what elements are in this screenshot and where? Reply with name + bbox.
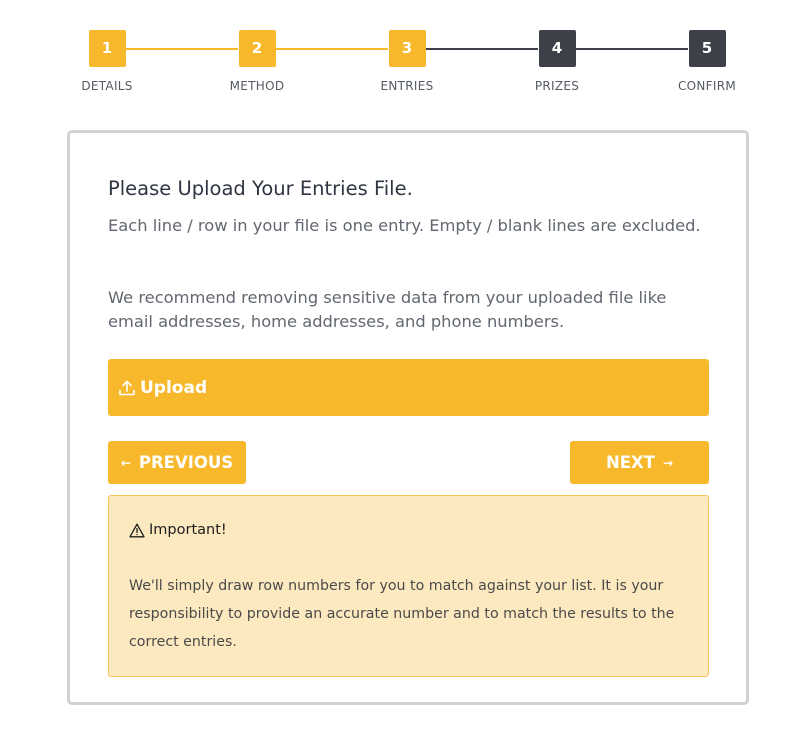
step-label: ENTRIES (380, 79, 434, 93)
upload-label: Upload (140, 377, 208, 398)
step-confirm: 5 CONFIRM (657, 30, 757, 93)
step-label: METHOD (229, 79, 285, 93)
step-label: CONFIRM (677, 79, 737, 93)
warning-icon (129, 523, 145, 538)
previous-label: PREVIOUS (138, 453, 234, 472)
previous-button[interactable]: ← PREVIOUS (108, 441, 246, 484)
alert-title-text: Important! (149, 522, 227, 538)
next-label: NEXT (605, 453, 655, 472)
step-number: 4 (538, 30, 576, 67)
upload-icon (118, 379, 136, 397)
arrow-right-icon: → (663, 455, 674, 470)
upload-button[interactable]: Upload (108, 359, 709, 416)
alert-body: We'll simply draw row numbers for you to… (129, 578, 675, 650)
privacy-recommendation: We recommend removing sensitive data fro… (108, 288, 667, 331)
step-label: DETAILS (81, 79, 133, 93)
arrow-left-icon: ← (120, 455, 131, 470)
step-prizes: 4 PRIZES (507, 30, 607, 93)
next-button[interactable]: NEXT → (570, 441, 709, 484)
step-number: 3 (388, 30, 426, 67)
alert-title: Important! (129, 522, 227, 538)
step-method[interactable]: 2 METHOD (207, 30, 307, 93)
step-details[interactable]: 1 DETAILS (57, 30, 157, 93)
step-number: 5 (688, 30, 726, 67)
step-label: PRIZES (534, 79, 580, 93)
important-alert: Important! We'll simply draw row numbers… (108, 495, 709, 677)
step-number: 2 (238, 30, 276, 67)
page-title: Please Upload Your Entries File. (108, 177, 413, 200)
step-entries[interactable]: 3 ENTRIES (357, 30, 457, 93)
entries-description: Each line / row in your file is one entr… (108, 216, 701, 235)
progress-stepper: 1 DETAILS 2 METHOD 3 ENTRIES 4 PRIZES 5 … (0, 0, 797, 110)
step-number: 1 (88, 30, 126, 67)
upload-card: Please Upload Your Entries File. Each li… (67, 130, 749, 705)
